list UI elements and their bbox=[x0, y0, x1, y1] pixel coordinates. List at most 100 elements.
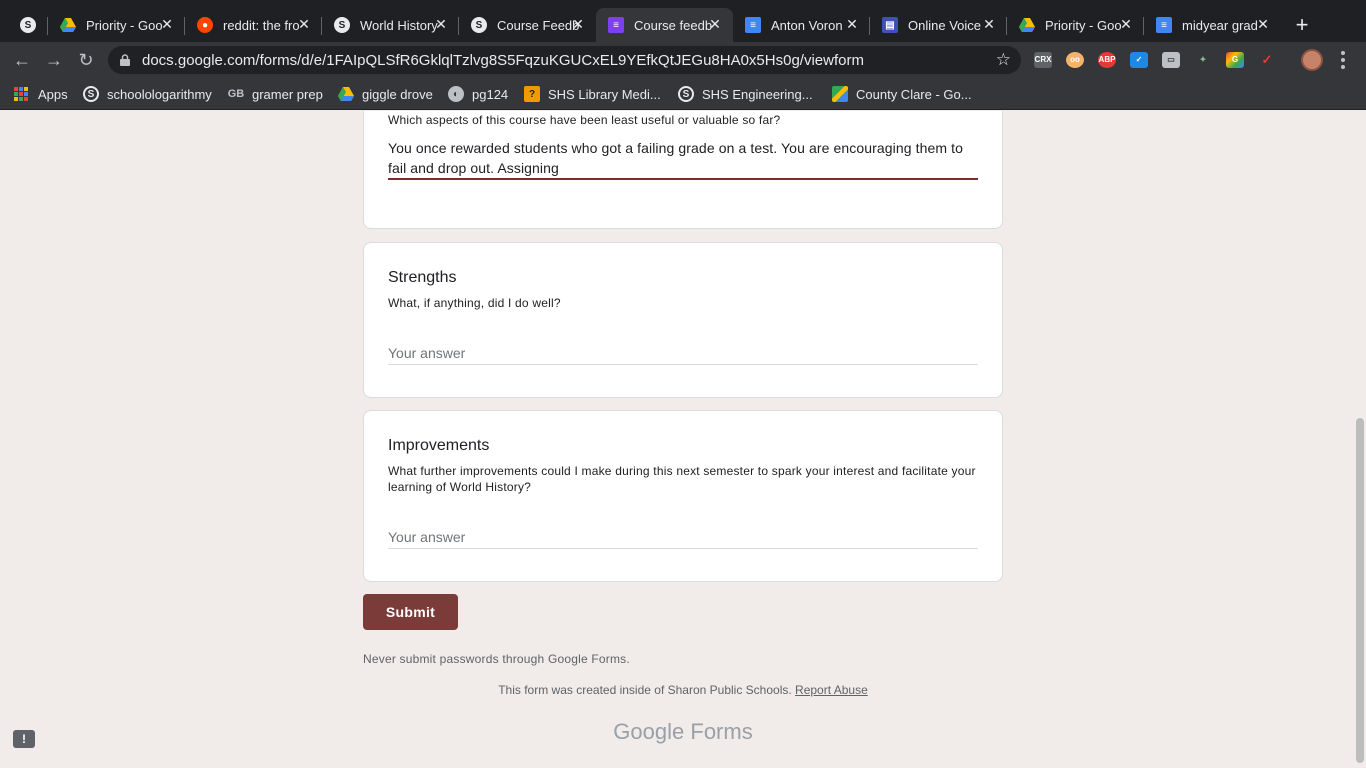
tab-online-voice[interactable]: ▤ Online Voice ✕ bbox=[870, 8, 1007, 42]
schoology-icon: S bbox=[334, 17, 350, 33]
question-title: Strengths bbox=[388, 269, 457, 286]
forward-arrow-icon[interactable]: → bbox=[44, 50, 64, 70]
close-icon[interactable]: ✕ bbox=[707, 16, 723, 32]
question-card-least-useful: Which aspects of this course have been l… bbox=[363, 111, 1003, 229]
crx-extension-icon[interactable]: CRX bbox=[1034, 52, 1052, 68]
close-icon[interactable]: ✕ bbox=[159, 16, 175, 32]
question-description: What further improvements could I make d… bbox=[388, 464, 976, 494]
browser-toolbar: ← → ↻ docs.google.com/forms/d/e/1FAIpQLS… bbox=[0, 42, 1366, 78]
bookmark-gramer-prep[interactable]: GB gramer prep bbox=[228, 85, 323, 103]
owl-extension-icon[interactable]: oo bbox=[1066, 52, 1084, 68]
question-title: Improvements bbox=[388, 437, 490, 454]
bookmark-label: SHS Engineering... bbox=[702, 86, 813, 102]
bookmark-label: County Clare - Go... bbox=[856, 86, 972, 102]
adblock-plus-icon[interactable]: ABP bbox=[1098, 52, 1116, 68]
bookmark-schoolologarithmy[interactable]: S schoolologarithmy bbox=[83, 85, 212, 103]
google-drive-icon bbox=[338, 86, 354, 102]
tab-title: World History bbox=[360, 17, 438, 33]
bookmark-pg124[interactable]: ◐ pg124 bbox=[448, 85, 508, 103]
bookmark-star-icon[interactable]: ☆ bbox=[996, 50, 1011, 70]
tab-world-history[interactable]: S World History ✕ bbox=[322, 8, 459, 42]
google-forms-icon: ≡ bbox=[608, 17, 624, 33]
google-forms-logo: Google Forms bbox=[363, 719, 1003, 745]
tab-reddit[interactable]: ● reddit: the fro ✕ bbox=[185, 8, 322, 42]
tab-title: Course Feedb bbox=[497, 17, 579, 33]
new-tab-plus-icon[interactable]: + bbox=[1290, 13, 1314, 37]
question-card-improvements: Improvements What further improvements c… bbox=[363, 410, 1003, 582]
briefcase-extension-icon[interactable]: ▭ bbox=[1162, 52, 1180, 68]
created-notice: This form was created inside of Sharon P… bbox=[498, 683, 792, 697]
red-pen-extension-icon[interactable]: ✓ bbox=[1258, 52, 1276, 68]
feedback-icon[interactable]: ! bbox=[13, 730, 35, 748]
question-description: What, if anything, did I do well? bbox=[388, 296, 561, 310]
evernote-extension-icon[interactable]: ✦ bbox=[1194, 52, 1212, 68]
check-extension-icon[interactable]: ✓ bbox=[1130, 52, 1148, 68]
close-icon[interactable]: ✕ bbox=[1255, 16, 1271, 32]
reload-icon[interactable]: ↻ bbox=[76, 50, 96, 70]
globe-icon: ◐ bbox=[448, 86, 464, 102]
created-notice-row: This form was created inside of Sharon P… bbox=[363, 683, 1003, 697]
tab-course-feedback-form[interactable]: ≡ Course feedb ✕ bbox=[596, 8, 733, 42]
bookmark-county-clare[interactable]: County Clare - Go... bbox=[832, 85, 972, 103]
answer-textarea[interactable]: You once rewarded students who got a fai… bbox=[388, 138, 978, 178]
tab-anton[interactable]: ≡ Anton Voron ✕ bbox=[733, 8, 870, 42]
back-arrow-icon[interactable]: ← bbox=[12, 50, 32, 70]
reddit-icon: ● bbox=[197, 17, 213, 33]
close-icon[interactable]: ✕ bbox=[981, 16, 997, 32]
gb-icon: GB bbox=[227, 88, 245, 100]
address-bar[interactable]: docs.google.com/forms/d/e/1FAIpQLSfR6Gkl… bbox=[108, 46, 1021, 74]
tab-priority-drive-2[interactable]: Priority - Goo ✕ bbox=[1007, 8, 1144, 42]
close-icon[interactable]: ✕ bbox=[1118, 16, 1134, 32]
schoology-icon: S bbox=[471, 17, 487, 33]
google-drive-icon bbox=[60, 17, 76, 33]
tab-title: Priority - Goo bbox=[86, 17, 163, 33]
bookmark-label: schoolologarithmy bbox=[107, 86, 212, 102]
tab-title: Online Voice bbox=[908, 17, 981, 33]
bookmark-shs-engineering[interactable]: S SHS Engineering... bbox=[678, 85, 813, 103]
answer-underline bbox=[388, 178, 978, 180]
report-abuse-link[interactable]: Report Abuse bbox=[795, 683, 868, 697]
close-icon[interactable]: ✕ bbox=[433, 16, 449, 32]
tab-course-feedback-schoology[interactable]: S Course Feedb ✕ bbox=[459, 8, 596, 42]
color-picker-extension-icon[interactable]: G bbox=[1226, 52, 1244, 68]
submit-button[interactable]: Submit bbox=[363, 594, 458, 630]
bookmark-label: gramer prep bbox=[252, 86, 323, 102]
tab-schoology[interactable]: S bbox=[8, 8, 48, 42]
close-icon[interactable]: ✕ bbox=[570, 16, 586, 32]
form-page: Which aspects of this course have been l… bbox=[0, 111, 1366, 768]
menu-dots-icon[interactable] bbox=[1340, 50, 1346, 70]
google-maps-icon bbox=[832, 86, 848, 102]
tab-title: reddit: the fro bbox=[223, 17, 300, 33]
profile-avatar[interactable] bbox=[1301, 49, 1323, 71]
tab-title: Priority - Goo bbox=[1045, 17, 1122, 33]
close-icon[interactable]: ✕ bbox=[844, 16, 860, 32]
google-docs-icon: ≡ bbox=[745, 17, 761, 33]
bookmarks-bar: Apps S schoolologarithmy GB gramer prep … bbox=[0, 78, 1366, 110]
schoology-icon: S bbox=[20, 17, 36, 33]
bookmark-apps[interactable]: Apps bbox=[14, 85, 68, 103]
improvements-answer-input[interactable] bbox=[388, 525, 978, 549]
bookmark-label: pg124 bbox=[472, 86, 509, 102]
tab-strip: S Priority - Goo ✕ ● reddit: the fro ✕ S… bbox=[0, 0, 1366, 42]
library-icon: ? bbox=[524, 86, 540, 102]
scrollbar-thumb[interactable] bbox=[1356, 418, 1364, 763]
close-icon[interactable]: ✕ bbox=[296, 16, 312, 32]
tab-priority-drive[interactable]: Priority - Goo ✕ bbox=[48, 8, 185, 42]
question-description: Which aspects of this course have been l… bbox=[388, 113, 781, 127]
logo-google-text: Google bbox=[613, 719, 685, 744]
tab-title: Course feedb bbox=[634, 17, 713, 33]
schoology-icon: S bbox=[678, 86, 694, 102]
logo-forms-text: Forms bbox=[690, 719, 753, 744]
bookmark-shs-library[interactable]: ? SHS Library Medi... bbox=[524, 85, 661, 103]
bookmark-label: giggle drove bbox=[362, 86, 433, 102]
strengths-answer-input[interactable] bbox=[388, 341, 978, 365]
tab-title: Anton Voron bbox=[771, 17, 843, 33]
schoology-icon: S bbox=[83, 86, 99, 102]
tab-midyear-grades[interactable]: ≡ midyear grad ✕ bbox=[1144, 8, 1281, 42]
bookmark-label: Apps bbox=[38, 86, 68, 102]
google-drive-icon bbox=[1019, 17, 1035, 33]
bookmark-label: SHS Library Medi... bbox=[548, 86, 661, 102]
bookmark-giggle-drove[interactable]: giggle drove bbox=[338, 85, 433, 103]
apps-grid-icon bbox=[14, 87, 28, 101]
lock-icon bbox=[120, 54, 130, 66]
